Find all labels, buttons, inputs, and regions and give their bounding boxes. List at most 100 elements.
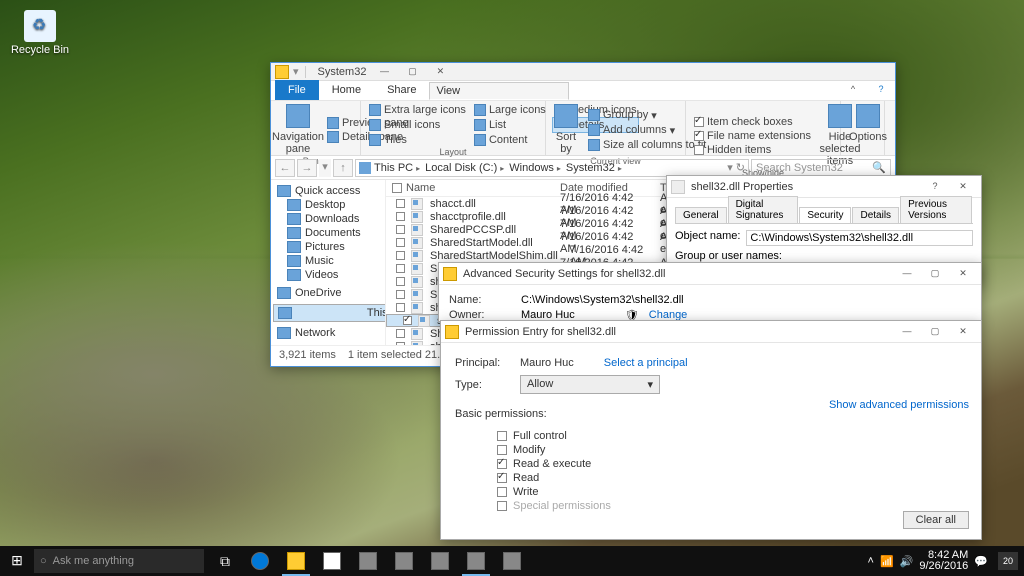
file-checkbox[interactable] bbox=[396, 329, 405, 338]
file-checkbox[interactable] bbox=[396, 238, 405, 247]
select-all-checkbox[interactable] bbox=[392, 183, 402, 193]
props-help-button[interactable]: ? bbox=[921, 177, 949, 197]
cortana-search[interactable]: ○ Ask me anything bbox=[34, 549, 204, 573]
adv-max-button[interactable]: ▢ bbox=[921, 264, 949, 284]
nav-desktop[interactable]: Desktop bbox=[273, 198, 383, 212]
maximize-button[interactable]: ▢ bbox=[398, 62, 426, 82]
nav-homegroup[interactable]: Homegroup bbox=[273, 344, 383, 345]
file-checkbox[interactable] bbox=[396, 251, 405, 260]
ribbon-tabs: File Home Share View ^ ? bbox=[271, 81, 895, 101]
nav-pictures[interactable]: Pictures bbox=[273, 240, 383, 254]
file-checkbox[interactable] bbox=[396, 264, 405, 273]
permission-checkbox[interactable]: Read & execute bbox=[497, 458, 967, 470]
show-advanced-link[interactable]: Show advanced permissions bbox=[829, 399, 969, 411]
permission-checkbox[interactable]: Full control bbox=[497, 430, 967, 442]
task-view-button[interactable]: ⧉ bbox=[208, 546, 242, 576]
ptab-security[interactable]: Security bbox=[799, 207, 851, 223]
view-tiles[interactable]: Tiles bbox=[367, 133, 468, 147]
perm-title: Permission Entry for shell32.dll bbox=[465, 326, 893, 338]
taskbar-app-8[interactable] bbox=[494, 546, 530, 576]
tab-view[interactable]: View bbox=[429, 82, 569, 100]
file-checkbox[interactable] bbox=[396, 225, 405, 234]
taskbar-app-7[interactable] bbox=[458, 546, 494, 576]
select-principal-link[interactable]: Select a principal bbox=[604, 357, 688, 369]
tray-network-icon[interactable]: 📶 bbox=[880, 555, 894, 568]
nav-music[interactable]: Music bbox=[273, 254, 383, 268]
back-button[interactable]: ← bbox=[275, 159, 295, 177]
file-checkbox[interactable] bbox=[396, 303, 405, 312]
gear-icon bbox=[856, 104, 880, 128]
ptab-general[interactable]: General bbox=[675, 207, 727, 223]
ribbon-collapse-icon[interactable]: ^ bbox=[839, 80, 867, 100]
taskbar-app-5[interactable] bbox=[386, 546, 422, 576]
checkbox-hidden-items[interactable]: Hidden items bbox=[692, 143, 813, 157]
checkbox-item-checkboxes[interactable]: Item check boxes bbox=[692, 115, 813, 129]
up-button[interactable]: ↑ bbox=[333, 159, 353, 177]
view-small-icons[interactable]: Small icons bbox=[367, 117, 468, 133]
adv-min-button[interactable]: — bbox=[893, 264, 921, 284]
recycle-bin[interactable]: Recycle Bin bbox=[10, 10, 70, 56]
nav-onedrive[interactable]: OneDrive bbox=[273, 286, 383, 300]
crumb-thispc[interactable]: This PC bbox=[372, 162, 422, 174]
taskbar-app-4[interactable] bbox=[350, 546, 386, 576]
perm-min-button[interactable]: — bbox=[893, 322, 921, 342]
ptab-prev[interactable]: Previous Versions bbox=[900, 196, 972, 223]
file-checkbox[interactable] bbox=[396, 199, 405, 208]
breadcrumb[interactable]: This PC Local Disk (C:) Windows System32… bbox=[355, 159, 749, 177]
col-name[interactable]: Name bbox=[406, 182, 435, 194]
view-list[interactable]: List bbox=[472, 117, 548, 133]
nav-documents[interactable]: Documents bbox=[273, 226, 383, 240]
recent-button[interactable]: ▾ bbox=[319, 159, 331, 177]
crumb-windows[interactable]: Windows bbox=[507, 162, 563, 174]
file-checkbox[interactable] bbox=[396, 277, 405, 286]
notification-badge[interactable]: 20 bbox=[998, 552, 1018, 570]
adv-close-button[interactable]: ✕ bbox=[949, 264, 977, 284]
crumb-c[interactable]: Local Disk (C:) bbox=[423, 162, 506, 174]
start-button[interactable]: ⊞ bbox=[0, 546, 34, 576]
action-center-icon[interactable]: 💬 bbox=[974, 555, 988, 568]
minimize-button[interactable]: — bbox=[370, 62, 398, 82]
type-select[interactable]: Allow▾ bbox=[520, 375, 660, 394]
view-large-icons[interactable]: Large icons bbox=[472, 103, 548, 117]
taskbar-app-explorer[interactable] bbox=[278, 546, 314, 576]
file-checkbox[interactable] bbox=[396, 342, 405, 345]
options-button[interactable]: Options bbox=[847, 103, 889, 144]
props-close-button[interactable]: ✕ bbox=[949, 177, 977, 197]
tray-chevron-icon[interactable]: ˄ bbox=[868, 555, 874, 567]
help-icon[interactable]: ? bbox=[867, 80, 895, 100]
taskbar-app-6[interactable] bbox=[422, 546, 458, 576]
taskbar-app-store[interactable] bbox=[314, 546, 350, 576]
perm-close-button[interactable]: ✕ bbox=[949, 322, 977, 342]
view-xl-icons[interactable]: Extra large icons bbox=[367, 103, 468, 117]
permission-checkbox[interactable]: Read bbox=[497, 472, 967, 484]
clear-all-button[interactable]: Clear all bbox=[903, 511, 969, 529]
nav-quick-access[interactable]: Quick access bbox=[273, 184, 383, 198]
file-checkbox[interactable] bbox=[403, 316, 412, 325]
close-button[interactable]: ✕ bbox=[426, 62, 454, 82]
checkbox-filename-ext[interactable]: File name extensions bbox=[692, 129, 813, 143]
file-checkbox[interactable] bbox=[396, 290, 405, 299]
ptab-details[interactable]: Details bbox=[852, 207, 899, 223]
qat-btn[interactable]: ▾ bbox=[293, 65, 299, 78]
crumb-system32[interactable]: System32 bbox=[564, 162, 624, 174]
nav-downloads[interactable]: Downloads bbox=[273, 212, 383, 226]
sort-by-button[interactable]: Sort by bbox=[552, 103, 580, 156]
tab-home[interactable]: Home bbox=[319, 80, 374, 100]
tray-volume-icon[interactable]: 🔊 bbox=[900, 555, 914, 568]
nav-videos[interactable]: Videos bbox=[273, 268, 383, 282]
navigation-pane-button[interactable]: Navigation pane bbox=[277, 103, 319, 156]
file-checkbox[interactable] bbox=[396, 212, 405, 221]
ptab-digsig[interactable]: Digital Signatures bbox=[728, 196, 799, 223]
taskbar-app-edge[interactable] bbox=[242, 546, 278, 576]
perm-max-button[interactable]: ▢ bbox=[921, 322, 949, 342]
nav-thispc[interactable]: This PC bbox=[273, 304, 386, 322]
tab-file[interactable]: File bbox=[275, 80, 319, 100]
search-input[interactable]: Search System32🔍 bbox=[751, 159, 891, 177]
tab-share[interactable]: Share bbox=[374, 80, 429, 100]
clock[interactable]: 8:42 AM9/26/2016 bbox=[919, 550, 968, 572]
nav-network[interactable]: Network bbox=[273, 326, 383, 340]
forward-button[interactable]: → bbox=[297, 159, 317, 177]
permission-checkbox[interactable]: Write bbox=[497, 486, 967, 498]
permission-checkbox[interactable]: Modify bbox=[497, 444, 967, 456]
view-content[interactable]: Content bbox=[472, 133, 548, 147]
